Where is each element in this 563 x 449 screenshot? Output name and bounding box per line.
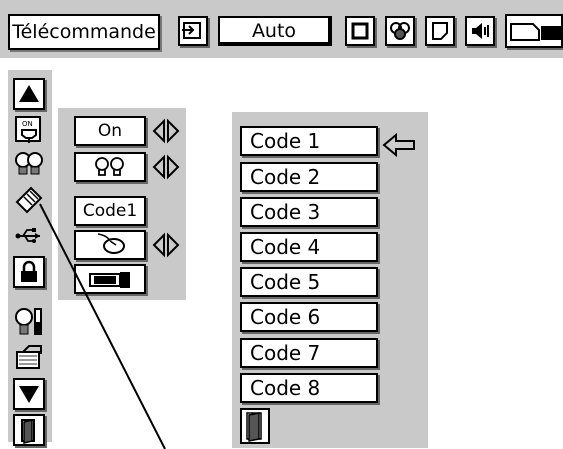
callout-line — [39, 203, 166, 449]
